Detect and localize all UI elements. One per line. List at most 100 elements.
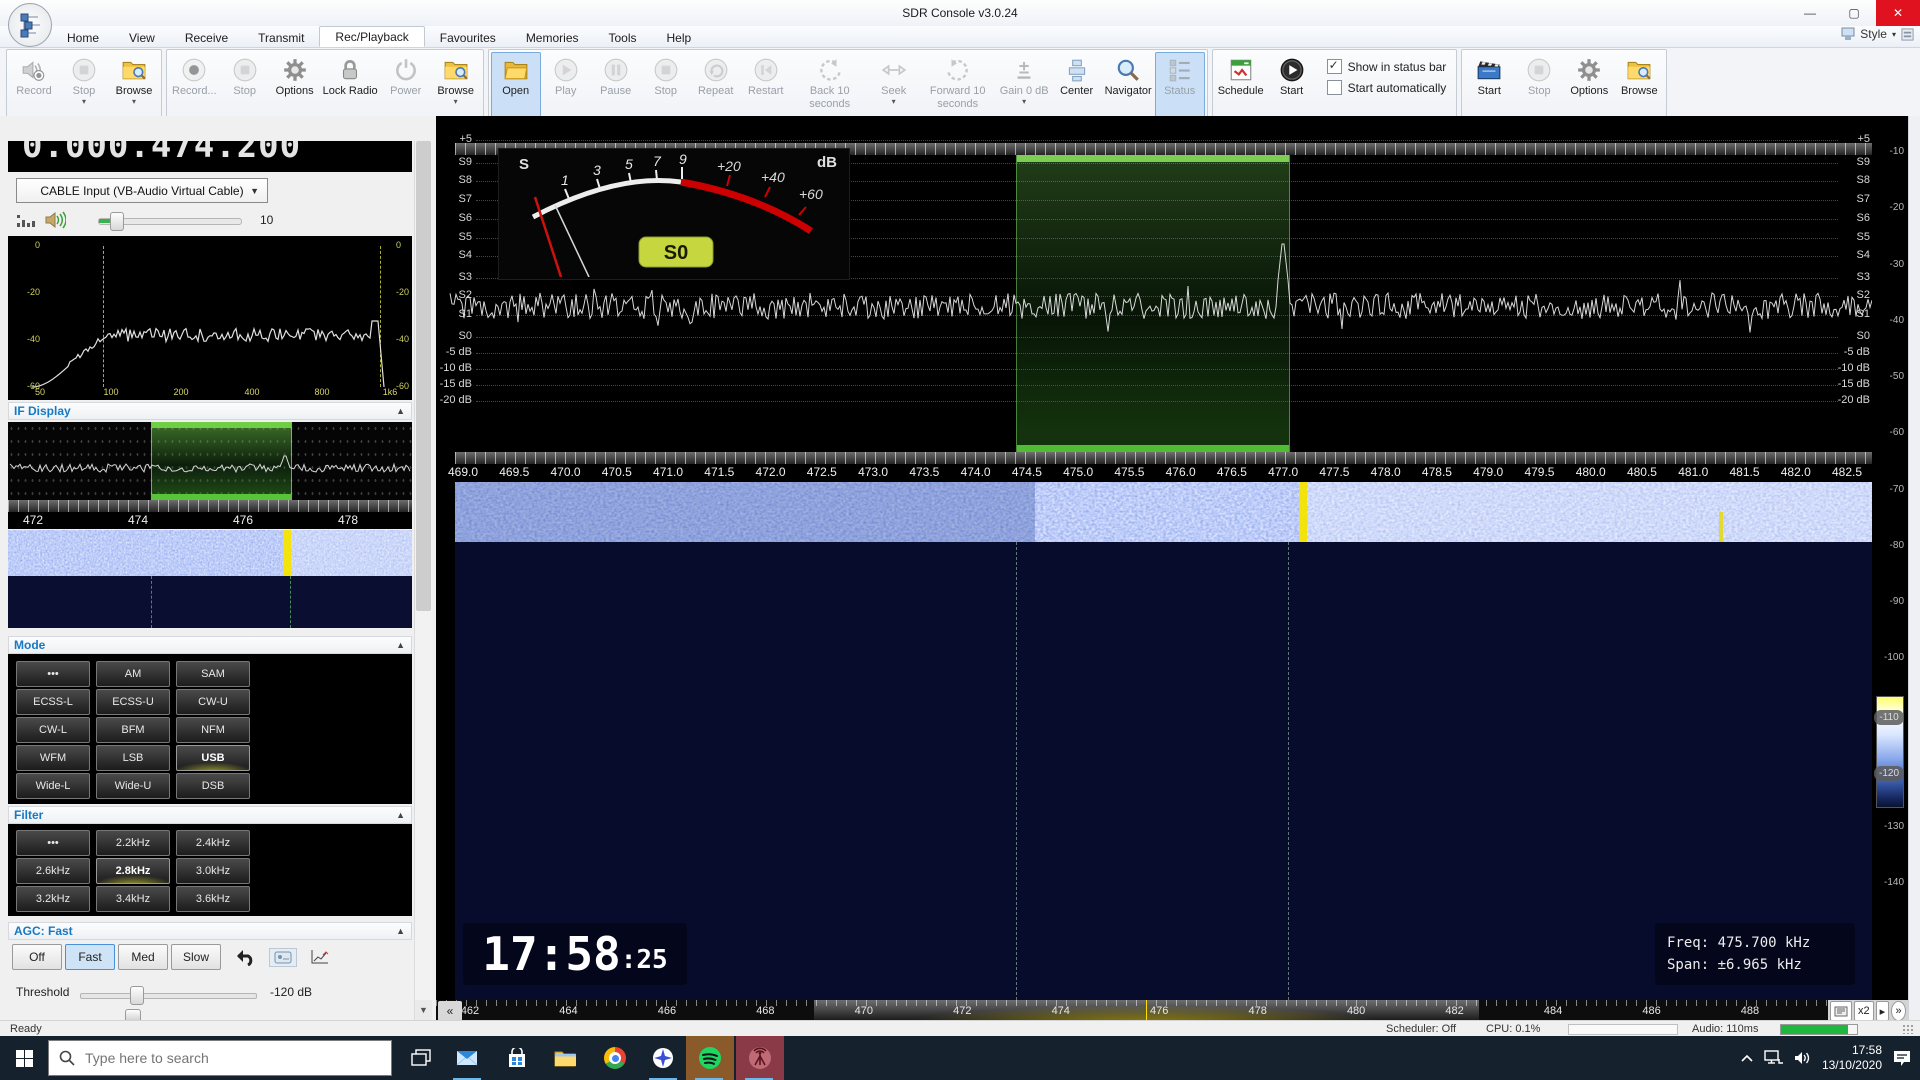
ribbon-button[interactable]: Browse [1614, 52, 1664, 120]
filter-button[interactable]: 3.0kHz [176, 858, 250, 884]
ribbon-button[interactable]: Schedule [1215, 52, 1267, 120]
mode-button[interactable]: USB [176, 745, 250, 771]
agc-graph-icon[interactable] [310, 949, 330, 965]
mode-button[interactable]: Wide-L [16, 773, 90, 799]
mode-button[interactable]: Wide-U [96, 773, 170, 799]
action-center-icon[interactable] [1892, 1049, 1912, 1067]
mail-icon[interactable] [444, 1036, 490, 1080]
mode-button[interactable]: SAM [176, 661, 250, 687]
start-button[interactable] [0, 1036, 48, 1080]
tray-chevron-icon[interactable] [1740, 1053, 1754, 1063]
ribbon-button[interactable]: Navigator [1102, 52, 1155, 120]
waterfall-display[interactable] [455, 482, 1872, 542]
ribbon-button[interactable]: Play [541, 52, 591, 120]
menu-tab[interactable]: Tools [594, 28, 652, 47]
menu-tab[interactable]: Rec/Playback [319, 26, 424, 47]
menu-tab[interactable]: Memories [511, 28, 594, 47]
search-input[interactable] [83, 1049, 357, 1067]
zoom-button[interactable]: x2 [1854, 1001, 1874, 1021]
colorbar-lower-value[interactable]: -120 [1874, 766, 1904, 781]
menu-tab[interactable]: Transmit [243, 28, 319, 47]
mode-button[interactable]: ••• [16, 661, 90, 687]
ribbon-button[interactable]: Record [9, 52, 59, 120]
checkbox-show-in-status-bar[interactable]: Show in status bar [1327, 59, 1447, 74]
ribbon-button[interactable]: Power [381, 52, 431, 120]
audio-spectrum-display[interactable]: 0-20-40-60 0-20-40-60 501002004008001k6 [8, 236, 412, 400]
threshold-slider-thumb[interactable] [130, 986, 144, 1005]
menu-tab[interactable]: Favourites [425, 28, 511, 47]
menu-tab[interactable]: Help [652, 28, 707, 47]
filter-button[interactable]: 2.8kHz [96, 858, 170, 884]
speaker-icon[interactable] [44, 211, 66, 229]
taskbar-search[interactable] [48, 1040, 392, 1076]
menu-tab[interactable]: View [114, 28, 170, 47]
agc-section-header[interactable]: AGC: Fast▲ [8, 922, 412, 940]
mode-button[interactable]: NFM [176, 717, 250, 743]
filter-button[interactable]: 2.6kHz [16, 858, 90, 884]
ribbon-button[interactable]: Forward 10 seconds [919, 52, 997, 120]
agc-button[interactable]: Off [12, 944, 62, 970]
band-plan-button[interactable] [1830, 1001, 1852, 1021]
radio-app-icon[interactable] [736, 1036, 784, 1080]
ribbon-button[interactable]: Record... [169, 52, 220, 120]
ribbon-button[interactable]: Stop [220, 52, 270, 120]
mode-button[interactable]: ECSS-U [96, 689, 170, 715]
minimize-button[interactable]: — [1788, 0, 1832, 26]
step-right-button[interactable]: ▸ [1876, 1001, 1890, 1021]
spotify-icon[interactable] [686, 1036, 734, 1080]
mode-button[interactable]: WFM [16, 745, 90, 771]
maximize-button[interactable]: ▢ [1832, 0, 1876, 26]
mode-button[interactable]: CW-L [16, 717, 90, 743]
ribbon-button[interactable]: Stop [59, 52, 109, 120]
filter-button[interactable]: 2.4kHz [176, 830, 250, 856]
ribbon-button[interactable]: Center [1052, 52, 1102, 120]
filter-section-header[interactable]: Filter▲ [8, 806, 412, 824]
left-panel-scrollbar[interactable]: ▼ [414, 141, 432, 1020]
network-icon[interactable] [1764, 1050, 1784, 1066]
ribbon-button[interactable]: Start [1464, 52, 1514, 120]
scrollbar-thumb[interactable] [416, 141, 431, 611]
mode-button[interactable]: ECSS-L [16, 689, 90, 715]
close-button[interactable]: ✕ [1876, 0, 1920, 26]
ribbon-button[interactable]: Restart [741, 52, 791, 120]
mode-button[interactable]: CW-U [176, 689, 250, 715]
mode-button[interactable]: BFM [96, 717, 170, 743]
undo-icon[interactable] [234, 948, 256, 966]
equalizer-icon[interactable] [16, 213, 36, 229]
menu-tab[interactable]: Home [52, 28, 114, 47]
collapse-arrow-icon[interactable]: ▲ [396, 403, 405, 420]
filter-button[interactable]: 2.2kHz [96, 830, 170, 856]
help-icon[interactable] [1901, 28, 1914, 41]
ribbon-button[interactable]: Stop [1514, 52, 1564, 120]
style-selector[interactable]: Style ▾ [1841, 27, 1914, 41]
if-waterfall-display[interactable] [8, 530, 412, 576]
ribbon-button[interactable]: Lock Radio [320, 52, 381, 120]
scroll-right-button[interactable]: » [1891, 1001, 1906, 1021]
checkbox-start-automatically[interactable]: Start automatically [1327, 80, 1447, 95]
band-navigation-ruler[interactable]: 4624644664684704724744764784804824844864… [436, 1000, 1908, 1022]
scrollbar-down-arrow[interactable]: ▼ [415, 1000, 432, 1020]
ribbon-button[interactable]: Start [1267, 52, 1317, 120]
filter-button[interactable]: 3.6kHz [176, 886, 250, 912]
collapse-arrow-icon[interactable]: ▲ [396, 923, 405, 940]
audio-input-select[interactable]: CABLE Input (VB-Audio Virtual Cable) ▼ [16, 178, 268, 203]
mode-section-header[interactable]: Mode▲ [8, 636, 412, 654]
mode-button[interactable]: DSB [176, 773, 250, 799]
ribbon-button[interactable]: Browse [109, 52, 159, 120]
ribbon-button[interactable]: Status [1155, 52, 1205, 120]
filter-button[interactable]: 3.2kHz [16, 886, 90, 912]
threshold-slider-track[interactable] [80, 993, 257, 999]
if-display-header[interactable]: IF Display▲ [8, 402, 412, 420]
agc-scheme-icon[interactable] [269, 948, 297, 967]
sdr-app-icon[interactable] [640, 1036, 686, 1080]
colorbar-upper-value[interactable]: -110 [1874, 710, 1904, 725]
volume-slider-thumb[interactable] [110, 212, 124, 231]
ribbon-button[interactable]: Pause [591, 52, 641, 120]
mode-button[interactable]: LSB [96, 745, 170, 771]
ribbon-button[interactable]: Repeat [691, 52, 741, 120]
agc-button[interactable]: Fast [65, 944, 115, 970]
mode-button[interactable]: AM [96, 661, 170, 687]
filter-button[interactable]: ••• [16, 830, 90, 856]
ribbon-button[interactable]: Stop [641, 52, 691, 120]
collapse-arrow-icon[interactable]: ▲ [396, 807, 405, 824]
